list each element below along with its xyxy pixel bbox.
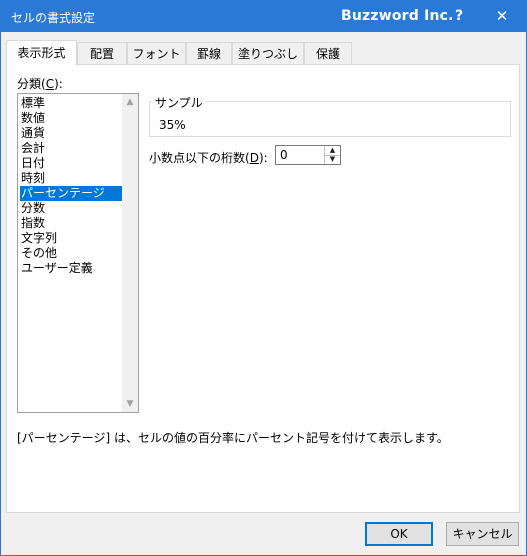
stepper-down-icon[interactable]: ▼ (325, 155, 340, 164)
category-description: [パーセンテージ] は、セルの値の百分率にパーセント記号を付けて表示します。 (17, 431, 449, 445)
decimal-places-stepper[interactable]: 0 ▲ ▼ (275, 145, 341, 165)
tab-border[interactable]: 罫線 (186, 42, 232, 64)
category-item-scientific[interactable]: 指数 (20, 216, 122, 231)
scroll-down-icon[interactable]: ▼ (122, 396, 138, 412)
category-item-fraction[interactable]: 分数 (20, 201, 122, 216)
tab-font[interactable]: フォント (127, 42, 186, 64)
tab-alignment[interactable]: 配置 (77, 42, 127, 64)
decimal-places-label: 小数点以下の桁数(D): (149, 149, 268, 166)
category-label-prefix: 分類( (17, 77, 46, 91)
category-listbox[interactable]: 標準 数値 通貨 会計 日付 時刻 パーセンテージ 分数 指数 文字列 その他 … (17, 93, 139, 413)
category-item-accounting[interactable]: 会計 (20, 141, 122, 156)
category-item-text[interactable]: 文字列 (20, 231, 122, 246)
decimal-label-prefix: 小数点以下の桁数( (149, 151, 250, 165)
category-label-suffix: ): (54, 77, 63, 91)
category-item-currency[interactable]: 通貨 (20, 126, 122, 141)
tab-protection[interactable]: 保護 (304, 42, 352, 64)
close-button[interactable]: ✕ (487, 5, 517, 27)
scroll-up-icon[interactable]: ▲ (122, 94, 138, 110)
help-button[interactable]: ? (446, 5, 472, 27)
decimal-label-key: D (249, 151, 259, 165)
category-label: 分類(C): (17, 75, 63, 92)
format-cells-dialog: セルの書式設定 Buzzword Inc. ? ✕ 表示形式 配置 フォント 罫… (0, 0, 527, 556)
ok-button[interactable]: OK (365, 522, 433, 546)
category-label-key: C (45, 77, 55, 91)
category-item-special[interactable]: その他 (20, 246, 122, 261)
tab-number-format[interactable]: 表示形式 (6, 40, 77, 66)
decimal-label-suffix: ): (258, 151, 268, 165)
dialog-title: セルの書式設定 (11, 11, 96, 25)
stepper-buttons: ▲ ▼ (324, 146, 340, 164)
category-item-number[interactable]: 数値 (20, 111, 122, 126)
decimal-places-value[interactable]: 0 (280, 148, 288, 162)
category-item-general[interactable]: 標準 (20, 96, 122, 111)
category-item-percentage[interactable]: パーセンテージ (20, 186, 122, 201)
category-item-custom[interactable]: ユーザー定義 (20, 261, 122, 276)
category-scrollbar[interactable]: ▲ ▼ (122, 94, 138, 412)
tab-fill[interactable]: 塗りつぶし (232, 42, 304, 64)
company-name: Buzzword Inc. (341, 8, 454, 24)
title-bar: セルの書式設定 Buzzword Inc. ? ✕ (1, 1, 526, 32)
category-item-time[interactable]: 時刻 (20, 171, 122, 186)
cancel-button[interactable]: キャンセル (446, 522, 519, 546)
sample-value: 35% (159, 118, 186, 132)
sample-title: サンプル (152, 94, 206, 111)
number-format-panel: 分類(C): 標準 数値 通貨 会計 日付 時刻 パーセンテージ 分数 指数 文… (6, 64, 520, 513)
category-item-date[interactable]: 日付 (20, 156, 122, 171)
